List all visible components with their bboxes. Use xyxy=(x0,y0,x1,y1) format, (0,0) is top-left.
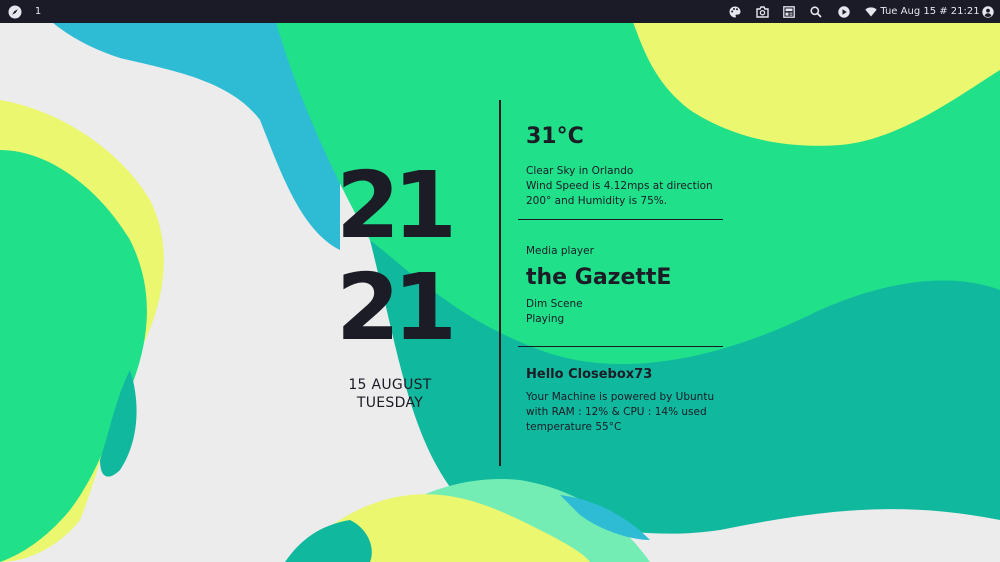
play-icon xyxy=(838,5,850,18)
workspace-indicator[interactable]: 1 xyxy=(34,0,42,23)
weather-humidity: 200° and Humidity is 75%. xyxy=(526,195,668,207)
search-button[interactable] xyxy=(808,0,824,23)
compass-icon xyxy=(8,5,22,18)
clock-weekday: TUESDAY xyxy=(356,395,424,411)
user-menu-button[interactable] xyxy=(980,0,996,23)
palette-icon xyxy=(729,6,741,17)
media-track: Dim Scene xyxy=(526,298,583,310)
clock-minute: 21 xyxy=(336,254,457,361)
weather-wind: Wind Speed is 4.12mps at direction xyxy=(526,180,713,192)
weather-temperature: 31°C xyxy=(526,124,584,149)
media-artist: the GazettE xyxy=(526,265,672,290)
search-icon xyxy=(810,5,822,18)
media-status: Playing xyxy=(526,313,565,325)
camera-icon xyxy=(755,5,769,18)
layout-icon xyxy=(783,5,795,18)
palette-button[interactable] xyxy=(727,0,743,23)
network-button[interactable] xyxy=(863,0,879,23)
user-icon xyxy=(982,5,994,18)
section-divider xyxy=(518,346,723,347)
app-launcher-button[interactable] xyxy=(6,0,24,23)
weather-description: Clear Sky in Orlando xyxy=(526,165,634,177)
topbar-clock[interactable]: Tue Aug 15 # 21:21 xyxy=(880,0,979,23)
system-usage: with RAM : 12% & CPU : 14% used xyxy=(526,406,707,418)
greeting: Hello Closebox73 xyxy=(526,367,653,382)
system-temperature: temperature 55°C xyxy=(526,421,622,433)
media-label: Media player xyxy=(526,245,594,257)
wifi-icon xyxy=(865,6,877,16)
section-divider xyxy=(518,219,723,220)
clock-hour: 21 xyxy=(336,152,457,259)
system-os: Your Machine is powered by Ubuntu xyxy=(526,391,715,403)
media-button[interactable] xyxy=(836,0,852,23)
clock-date: 15 AUGUST xyxy=(348,377,432,393)
layout-button[interactable] xyxy=(781,0,797,23)
top-panel: 1 Tue Aug 15 # 21:21 xyxy=(0,0,1000,23)
vertical-divider xyxy=(499,100,501,466)
screenshot-button[interactable] xyxy=(754,0,770,23)
